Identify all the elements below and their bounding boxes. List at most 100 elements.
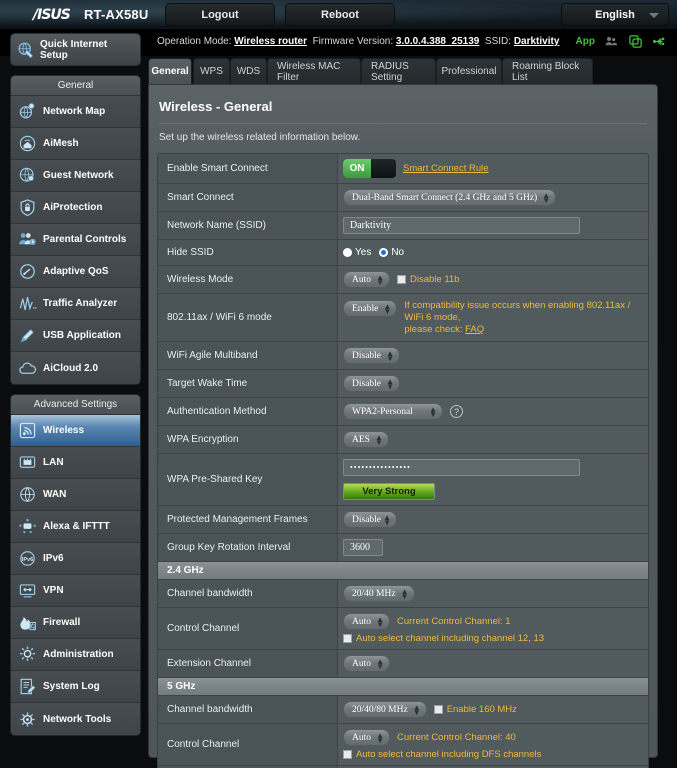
sidebar-item-label-ipv6: IPv6 [43, 553, 64, 564]
system-log-icon [20, 678, 36, 695]
wpa-preshared-key-input[interactable]: •••••••••••••••• [343, 459, 580, 476]
pmf-select[interactable]: Disable ▲ ▼ [343, 511, 397, 528]
sidebar-item-aiprotection[interactable]: AiProtection [11, 192, 140, 224]
faq-link[interactable]: FAQ [465, 324, 484, 335]
chevron-down-icon [649, 13, 659, 18]
usb-icon[interactable] [652, 34, 667, 49]
label-authentication-method: Authentication Method [158, 398, 338, 425]
row-smart-connect: Smart Connect Dual-Band Smart Connect (2… [158, 184, 648, 212]
wan-icon [20, 487, 35, 502]
label-hide-ssid: Hide SSID [158, 240, 338, 265]
wifi6-mode-select[interactable]: Enable ▲ ▼ [343, 300, 398, 317]
sidebar-item-label-network-tools: Network Tools [43, 713, 112, 725]
top-header-bar: /ISUS RT-AX58U Logout Reboot English [0, 0, 677, 29]
sidebar-item-label-firewall: Firewall [43, 617, 81, 628]
sidebar-item-aimesh[interactable]: AiMesh [11, 128, 140, 160]
tab-professional[interactable]: Professional [436, 58, 502, 84]
stepper-arrows-icon: ▲ ▼ [376, 273, 384, 287]
sidebar-advanced-header: Advanced Settings [11, 395, 140, 415]
auto-select-channel-dfs-label: Auto select channel including DFS channe… [356, 749, 542, 760]
row-24ghz-channel-bandwidth: Channel bandwidth 20/40 MHz ▲ ▼ [158, 580, 648, 608]
enable-160mhz-checkbox[interactable]: Enable 160 MHz [433, 704, 517, 715]
sidebar-item-administration[interactable]: Administration [11, 639, 140, 671]
wpa-encryption-select[interactable]: AES ▲ ▼ [343, 431, 389, 448]
row-wpa-encryption: WPA Encryption AES ▲ ▼ [158, 426, 648, 454]
sidebar-item-parental-controls[interactable]: Parental Controls [11, 224, 140, 256]
guest-network-icon [19, 167, 34, 182]
main-content: General WPS WDS Wireless MAC Filter RADI… [148, 58, 667, 768]
label-wifi6-mode: 802.11ax / WiFi 6 mode [158, 294, 338, 341]
smart-connect-rule-link[interactable]: Smart Connect Rule [403, 163, 489, 174]
sidebar-item-vpn[interactable]: VPN [11, 575, 140, 607]
checkbox-unchecked-icon [433, 705, 443, 714]
tab-wds[interactable]: WDS [230, 58, 267, 84]
sidebar-item-traffic-analyzer[interactable]: Traffic Analyzer [11, 288, 140, 320]
ssid-label: SSID: [484, 36, 512, 47]
sidebar-item-system-log[interactable]: System Log [11, 671, 140, 703]
row-agile-multiband: WiFi Agile Multiband Disable ▲ ▼ [158, 342, 648, 370]
channel-bandwidth-5ghz-value: 20/40/80 MHz [352, 704, 408, 715]
smart-connect-toggle[interactable]: ON [343, 159, 396, 178]
sidebar-item-network-map[interactable]: Network Map [11, 96, 140, 128]
reboot-button[interactable]: Reboot [285, 3, 395, 26]
control-channel-5ghz-select[interactable]: Auto ▲ ▼ [343, 729, 390, 746]
question-mark-icon[interactable]: ? [450, 405, 463, 418]
sidebar-item-wan[interactable]: WAN [11, 479, 140, 511]
stepper-arrows-icon: ▲ ▼ [429, 405, 437, 419]
network-tools-icon [20, 711, 35, 727]
sidebar-item-aicloud[interactable]: AiCloud 2.0 [11, 352, 140, 384]
hide-ssid-radio-no[interactable]: No [379, 247, 404, 258]
sidebar-item-quick-internet-setup[interactable]: Quick Internet Setup [10, 33, 141, 66]
wireless-mode-select[interactable]: Auto ▲ ▼ [343, 271, 390, 288]
sidebar-item-guest-network[interactable]: Guest Network [11, 160, 140, 192]
disable-11b-checkbox[interactable]: Disable 11b [397, 274, 459, 285]
tab-general[interactable]: General [148, 58, 192, 84]
group-key-rotation-input[interactable]: 3600 [343, 539, 383, 556]
agile-multiband-select[interactable]: Disable ▲ ▼ [343, 347, 401, 364]
logout-button[interactable]: Logout [165, 3, 275, 26]
tab-roaming-block-list[interactable]: Roaming Block List [502, 58, 593, 84]
sidebar-advanced-block: Advanced Settings Wireless LAN WAN Alexa… [10, 394, 141, 736]
channel-bandwidth-5ghz-select[interactable]: 20/40/80 MHz ▲ ▼ [343, 701, 427, 718]
language-selector-label: English [595, 8, 635, 21]
wifi6-compatibility-note: If compatibility issue occurs when enabl… [404, 300, 648, 336]
sidebar-item-lan[interactable]: LAN [11, 447, 140, 479]
extension-channel-24ghz-select[interactable]: Auto ▲ ▼ [343, 655, 390, 672]
sidebar-item-firewall[interactable]: Firewall [11, 607, 140, 639]
row-wireless-mode: Wireless Mode Auto ▲ ▼ Disable 11b [158, 266, 648, 294]
row-authentication-method: Authentication Method WPA2-Personal ▲ ▼ ? [158, 398, 648, 426]
sidebar-item-usb-application[interactable]: USB Application [11, 320, 140, 352]
label-agile-multiband: WiFi Agile Multiband [158, 342, 338, 369]
current-control-channel-24ghz: Current Control Channel: 1 [397, 615, 511, 627]
operation-mode-value[interactable]: Wireless router [234, 36, 307, 47]
usb-application-icon [20, 328, 35, 343]
app-label[interactable]: App [576, 36, 595, 47]
ssid-value[interactable]: Darktivity [514, 36, 560, 47]
users-icon[interactable] [604, 34, 619, 49]
sidebar-general-block: General Network Map AiMesh Guest Network… [10, 75, 141, 385]
tab-wps[interactable]: WPS [193, 58, 230, 84]
clone-icon[interactable] [628, 34, 643, 49]
language-selector[interactable]: English [561, 3, 669, 26]
hide-ssid-radio-yes[interactable]: Yes [343, 247, 371, 258]
authentication-method-select[interactable]: WPA2-Personal ▲ ▼ [343, 403, 443, 420]
auto-select-channel-dfs-checkbox[interactable]: Auto select channel including DFS channe… [343, 749, 541, 760]
row-5ghz-channel-bandwidth: Channel bandwidth 20/40/80 MHz ▲ ▼ Enable… [158, 696, 648, 724]
sidebar-item-label-alexa-ifttt: Alexa & IFTTT [43, 521, 110, 532]
row-network-name: Network Name (SSID) Darktivity [158, 212, 648, 240]
settings-panel: Wireless - General Set up the wireless r… [148, 84, 658, 768]
auto-select-channel-24ghz-checkbox[interactable]: Auto select channel including channel 12… [343, 633, 544, 644]
target-wake-time-select[interactable]: Disable ▲ ▼ [343, 375, 401, 392]
sidebar-item-adaptive-qos[interactable]: Adaptive QoS [11, 256, 140, 288]
smart-connect-select[interactable]: Dual-Band Smart Connect (2.4 GHz and 5 G… [343, 189, 557, 206]
control-channel-24ghz-select[interactable]: Auto ▲ ▼ [343, 613, 390, 630]
ssid-input[interactable]: Darktivity [343, 217, 580, 234]
firmware-value[interactable]: 3.0.0.4.388_25139 [396, 36, 479, 47]
sidebar-item-network-tools[interactable]: Network Tools [11, 703, 140, 735]
channel-bandwidth-24ghz-select[interactable]: 20/40 MHz ▲ ▼ [343, 585, 415, 602]
tab-radius-setting[interactable]: RADIUS Setting [361, 58, 436, 84]
tab-wireless-mac-filter[interactable]: Wireless MAC Filter [267, 58, 361, 84]
sidebar-item-ipv6[interactable]: IPv6 IPv6 [11, 543, 140, 575]
sidebar-item-alexa-ifttt[interactable]: Alexa & IFTTT [11, 511, 140, 543]
sidebar-item-wireless[interactable]: Wireless [11, 415, 140, 447]
